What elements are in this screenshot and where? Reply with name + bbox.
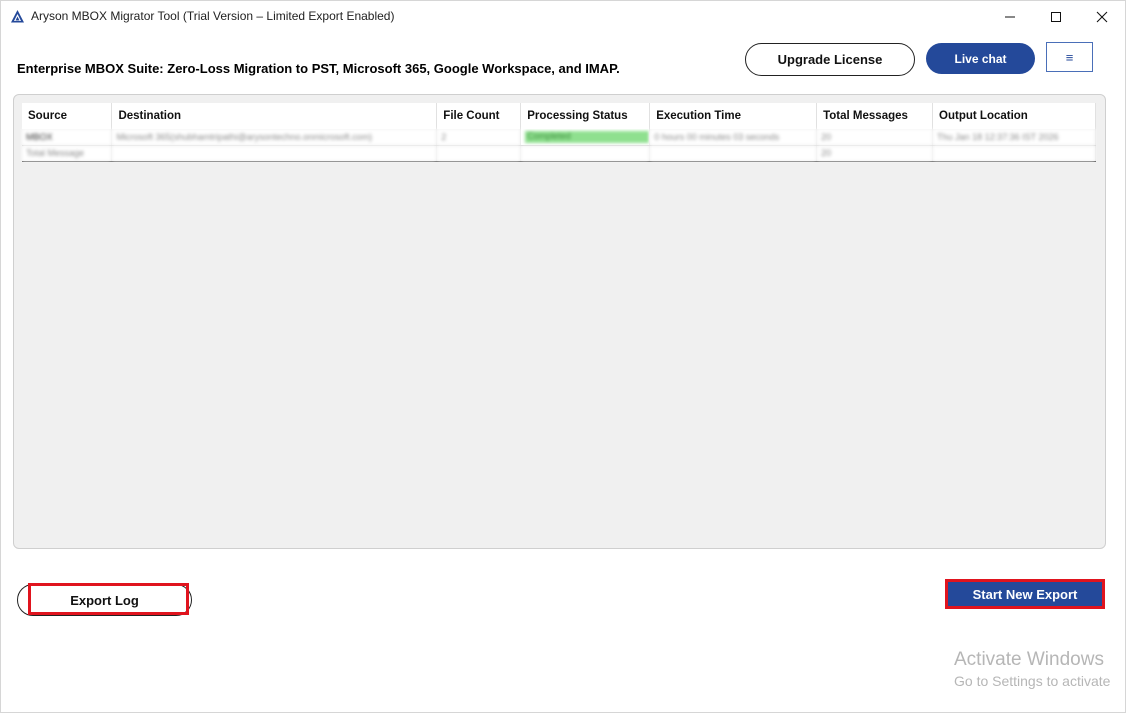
live-chat-button[interactable]: Live chat — [926, 43, 1035, 74]
output-location-cell — [932, 145, 1096, 162]
status-cell — [520, 145, 651, 162]
destination-cell — [111, 145, 438, 162]
activate-windows-subtitle: Go to Settings to activate — [954, 673, 1111, 689]
execution-time-cell: 0 hours 00 minutes 03 seconds — [649, 129, 818, 146]
total-messages-cell: 20 — [816, 129, 934, 146]
execution-time-cell — [649, 145, 818, 162]
maximize-button[interactable] — [1033, 1, 1079, 32]
table-header-row: Source Destination File Count Processing… — [22, 103, 1096, 129]
window-title: Aryson MBOX Migrator Tool (Trial Version… — [31, 9, 395, 23]
export-log-label: Export Log — [70, 592, 139, 608]
aryson-logo-icon — [11, 10, 24, 23]
results-table: Source Destination File Count Processing… — [22, 103, 1096, 162]
column-header[interactable]: Source — [22, 103, 113, 129]
menu-button[interactable]: ≡ — [1046, 42, 1093, 72]
column-header[interactable]: Execution Time — [649, 103, 818, 129]
source-cell: MBOX — [22, 129, 113, 146]
minimize-icon — [1005, 16, 1015, 17]
column-header[interactable]: Processing Status — [520, 103, 651, 129]
app-window: Aryson MBOX Migrator Tool (Trial Version… — [0, 0, 1126, 713]
table-row[interactable]: MBOX Microsoft 365(shubhamtripathi@aryso… — [22, 129, 1096, 146]
table-row[interactable]: Total Message 20 — [22, 145, 1096, 162]
maximize-icon — [1051, 11, 1061, 22]
minimize-button[interactable] — [987, 1, 1033, 32]
column-header[interactable]: Destination — [111, 103, 438, 129]
status-cell: Completed — [520, 129, 651, 146]
file-count-cell — [436, 145, 522, 162]
column-header[interactable]: Output Location — [932, 103, 1096, 129]
file-count-cell: 2 — [436, 129, 522, 146]
title-bar: Aryson MBOX Migrator Tool (Trial Version… — [1, 1, 1126, 32]
source-cell: Total Message — [22, 145, 113, 162]
output-location-cell: Thu Jan 18 12:37:36 IST 2026 — [932, 129, 1096, 146]
total-messages-cell: 20 — [816, 145, 934, 162]
close-icon — [1096, 11, 1108, 22]
suite-title: Enterprise MBOX Suite: Zero-Loss Migrati… — [17, 61, 620, 76]
activate-windows-title: Activate Windows — [954, 649, 1104, 670]
status-progress-bar: Completed — [525, 130, 649, 143]
destination-cell: Microsoft 365(shubhamtripathi@arysontech… — [111, 129, 438, 146]
export-log-button[interactable]: Export Log — [17, 584, 192, 616]
status-text: Completed — [527, 130, 571, 141]
column-header[interactable]: File Count — [436, 103, 522, 129]
hamburger-menu-icon: ≡ — [1065, 49, 1074, 65]
results-panel: Source Destination File Count Processing… — [13, 94, 1106, 549]
upgrade-license-button[interactable]: Upgrade License — [745, 43, 915, 76]
close-button[interactable] — [1079, 1, 1125, 32]
column-header[interactable]: Total Messages — [816, 103, 934, 129]
start-new-export-button[interactable]: Start New Export — [945, 579, 1105, 609]
